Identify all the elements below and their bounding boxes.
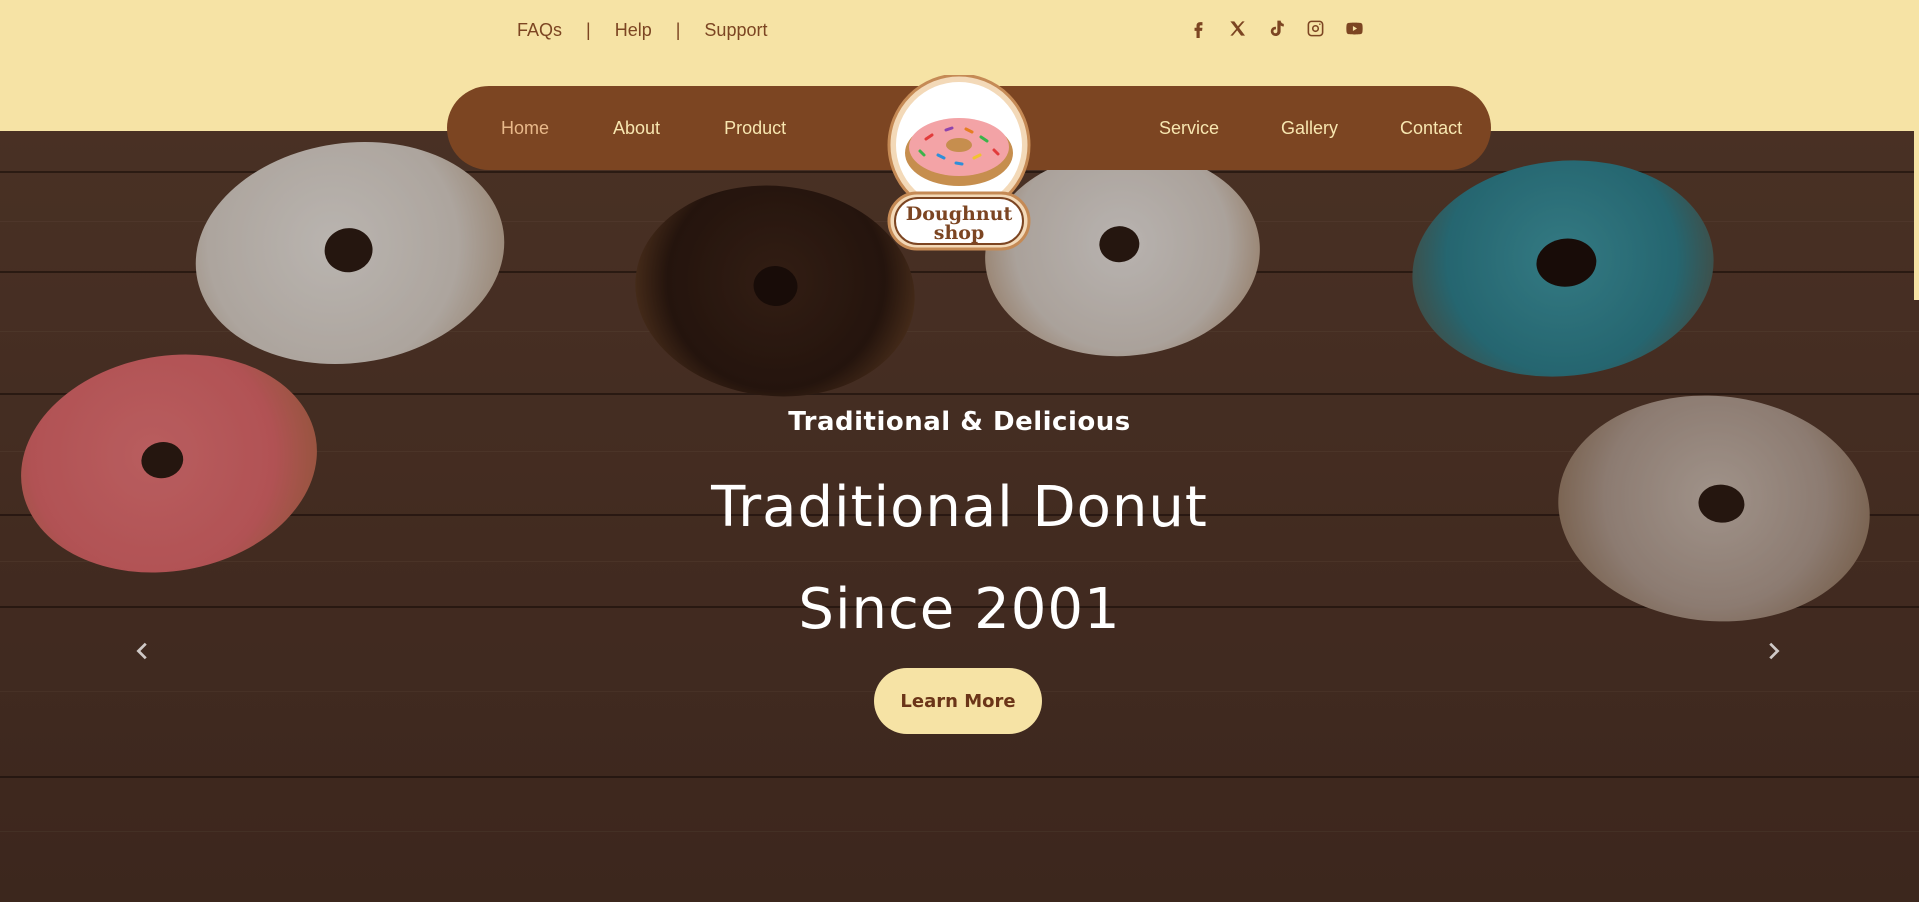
facebook-icon[interactable]: [1189, 19, 1208, 38]
nav-contact[interactable]: Contact: [1366, 118, 1490, 139]
link-separator: |: [586, 20, 591, 40]
logo-text-line2: shop: [934, 222, 984, 244]
x-icon[interactable]: [1228, 19, 1247, 38]
doughnut-shop-logo[interactable]: Doughnut shop: [886, 73, 1032, 251]
hero-headline-line1: Traditional Donut: [711, 475, 1208, 540]
top-links: FAQs | Help | Support: [517, 20, 767, 41]
youtube-icon[interactable]: [1345, 19, 1364, 38]
scrollbar[interactable]: [1914, 0, 1919, 300]
nav-right-group: Service Gallery Contact: [1131, 86, 1490, 170]
nav-about[interactable]: About: [577, 118, 688, 139]
nav-service[interactable]: Service: [1131, 118, 1247, 139]
tiktok-icon[interactable]: [1267, 19, 1286, 38]
support-link[interactable]: Support: [704, 20, 767, 41]
nav-product[interactable]: Product: [688, 118, 814, 139]
learn-more-button[interactable]: Learn More: [874, 668, 1042, 734]
nav-home[interactable]: Home: [501, 118, 577, 139]
help-link[interactable]: Help: [615, 20, 652, 41]
hero-headline-line2: Since 2001: [798, 577, 1121, 642]
link-separator: |: [675, 20, 681, 40]
nav-gallery[interactable]: Gallery: [1247, 118, 1366, 139]
nav-left-group: Home About Product: [501, 86, 814, 170]
instagram-icon[interactable]: [1306, 19, 1325, 38]
hero-kicker: Traditional & Delicious: [788, 407, 1131, 437]
social-icons: [1189, 19, 1364, 38]
faqs-link[interactable]: FAQs: [517, 20, 562, 41]
